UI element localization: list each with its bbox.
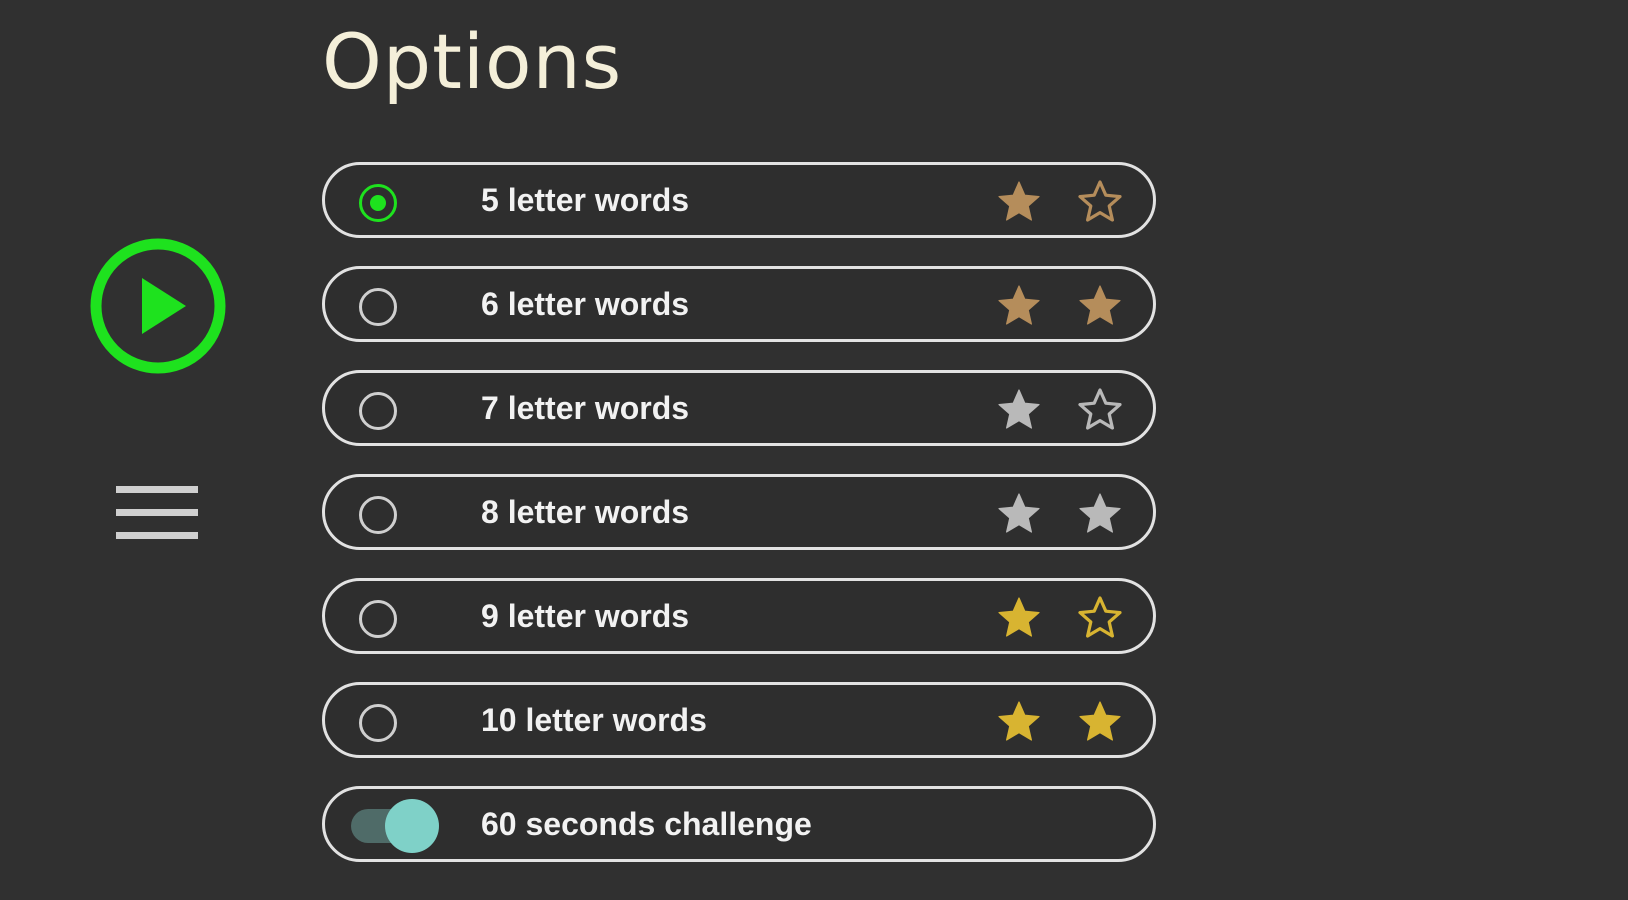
toggle-knob	[385, 799, 439, 853]
star-icon	[998, 493, 1040, 533]
challenge-label: 60 seconds challenge	[481, 806, 812, 842]
option-6-letter-words[interactable]: 6 letter words	[322, 266, 1156, 342]
star-icon	[1078, 388, 1122, 430]
star-icon	[998, 389, 1040, 429]
star-icon	[1078, 180, 1122, 222]
radio-button[interactable]	[359, 184, 397, 222]
star-icon	[998, 181, 1040, 221]
radio-button[interactable]	[359, 392, 397, 430]
option-7-letter-words[interactable]: 7 letter words	[322, 370, 1156, 446]
page-title: Options	[322, 17, 623, 106]
radio-button[interactable]	[359, 704, 397, 742]
option-label: 8 letter words	[481, 494, 690, 530]
star-icon	[998, 285, 1040, 325]
star-icon	[1079, 493, 1121, 533]
option-label: 9 letter words	[481, 598, 690, 634]
option-label: 5 letter words	[481, 182, 690, 218]
star-icon	[1078, 596, 1122, 638]
star-icon	[998, 597, 1040, 637]
star-icon	[998, 701, 1040, 741]
option-8-letter-words[interactable]: 8 letter words	[322, 474, 1156, 550]
radio-button[interactable]	[359, 288, 397, 326]
play-icon	[90, 238, 226, 374]
radio-button[interactable]	[359, 496, 397, 534]
option-label: 6 letter words	[481, 286, 690, 322]
radio-button[interactable]	[359, 600, 397, 638]
option-10-letter-words[interactable]: 10 letter words	[322, 682, 1156, 758]
challenge-toggle[interactable]	[347, 799, 443, 853]
menu-button[interactable]	[116, 486, 198, 540]
challenge-row[interactable]: 60 seconds challenge	[322, 786, 1156, 862]
star-icon	[1079, 701, 1121, 741]
option-label: 10 letter words	[481, 702, 707, 738]
option-5-letter-words[interactable]: 5 letter words	[322, 162, 1156, 238]
option-9-letter-words[interactable]: 9 letter words	[322, 578, 1156, 654]
option-label: 7 letter words	[481, 390, 690, 426]
play-button[interactable]	[88, 236, 228, 376]
star-icon	[1079, 285, 1121, 325]
